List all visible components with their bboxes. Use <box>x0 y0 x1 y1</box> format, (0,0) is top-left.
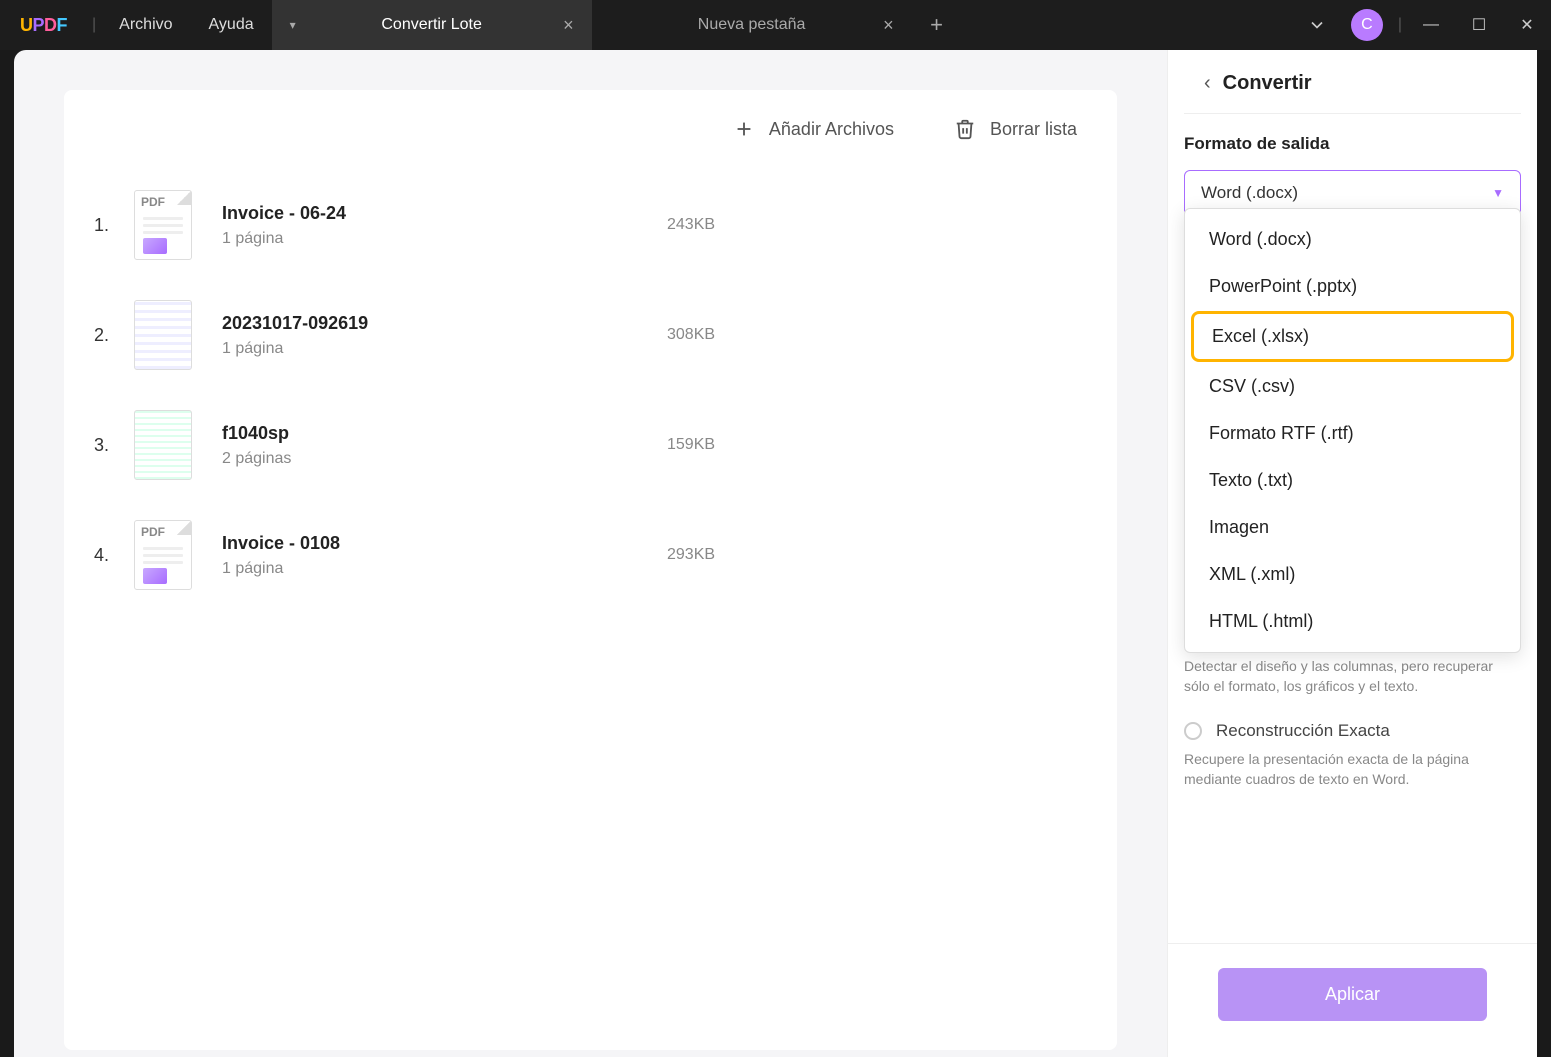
format-option[interactable]: HTML (.html) <box>1191 599 1514 644</box>
caret-down-icon: ▼ <box>1492 186 1504 200</box>
sidebar-title: Convertir <box>1223 72 1312 95</box>
file-row[interactable]: 3. f1040sp 2 páginas159KB <box>94 390 1087 500</box>
file-index: 4. <box>94 545 134 566</box>
file-size: 293KB <box>667 546 787 564</box>
file-thumbnail <box>134 520 192 590</box>
sidebar-body: Formato de salida Word (.docx) ▼ Word (.… <box>1168 114 1537 943</box>
format-option[interactable]: Excel (.xlsx) <box>1191 311 1514 362</box>
apply-button[interactable]: Aplicar <box>1218 968 1487 1021</box>
file-meta: f1040sp 2 páginas <box>222 423 667 468</box>
divider: | <box>1398 16 1402 34</box>
file-panel: Añadir Archivos Borrar lista 1. Invoice -… <box>14 50 1167 1057</box>
file-meta: Invoice - 0108 1 página <box>222 533 667 578</box>
add-files-label: Añadir Archivos <box>769 119 894 140</box>
file-name: Invoice - 0108 <box>222 533 667 554</box>
file-thumbnail <box>134 300 192 370</box>
tab-close-icon[interactable]: × <box>883 15 894 36</box>
tab-label: Nueva pestaña <box>698 16 806 34</box>
format-option[interactable]: Word (.docx) <box>1191 217 1514 262</box>
workspace: Añadir Archivos Borrar lista 1. Invoice -… <box>14 50 1537 1057</box>
divider: | <box>92 16 96 34</box>
sidebar-footer: Aplicar <box>1168 943 1537 1057</box>
app-logo: UPDF <box>0 15 87 36</box>
file-index: 2. <box>94 325 134 346</box>
file-pages: 1 página <box>222 560 667 578</box>
format-dropdown: Word (.docx)PowerPoint (.pptx)Excel (.xl… <box>1184 208 1521 653</box>
file-card: Añadir Archivos Borrar lista 1. Invoice -… <box>64 90 1117 1050</box>
format-option[interactable]: XML (.xml) <box>1191 552 1514 597</box>
format-option[interactable]: Formato RTF (.rtf) <box>1191 411 1514 456</box>
option-description: Recupere la presentación exacta de la pá… <box>1184 749 1521 790</box>
layout-options: Detectar el diseño y las columnas, pero … <box>1184 656 1521 789</box>
format-option[interactable]: CSV (.csv) <box>1191 364 1514 409</box>
file-list: 1.Invoice - 06-241 página243KB2.20231017… <box>84 170 1097 610</box>
file-thumbnail <box>134 190 192 260</box>
tabs-dropdown-icon[interactable] <box>1293 0 1341 50</box>
window-maximize-icon[interactable]: ☐ <box>1455 0 1503 50</box>
file-row[interactable]: 1. Invoice - 06-24 1 página243KB <box>94 170 1087 280</box>
radio-label: Reconstrucción Exacta <box>1216 721 1390 741</box>
file-toolbar: Añadir Archivos Borrar lista <box>84 100 1097 170</box>
file-name: Invoice - 06-24 <box>222 203 667 224</box>
trash-icon <box>954 118 976 140</box>
file-pages: 2 páginas <box>222 450 667 468</box>
window-controls: C | — ☐ ✕ <box>1293 0 1551 50</box>
clear-list-label: Borrar lista <box>990 119 1077 140</box>
file-row[interactable]: 4. Invoice - 0108 1 página293KB <box>94 500 1087 610</box>
add-files-button[interactable]: Añadir Archivos <box>733 118 894 140</box>
format-option[interactable]: PowerPoint (.pptx) <box>1191 264 1514 309</box>
back-icon[interactable]: ‹ <box>1204 72 1211 95</box>
file-meta: Invoice - 06-24 1 página <box>222 203 667 248</box>
file-size: 308KB <box>667 326 787 344</box>
file-row[interactable]: 2. 20231017-092619 1 página308KB <box>94 280 1087 390</box>
window-minimize-icon[interactable]: — <box>1407 0 1455 50</box>
file-size: 243KB <box>667 216 787 234</box>
format-option[interactable]: Imagen <box>1191 505 1514 550</box>
window-close-icon[interactable]: ✕ <box>1503 0 1551 50</box>
plus-icon <box>733 118 755 140</box>
menu-file[interactable]: Archivo <box>101 0 190 50</box>
tab-caret-icon[interactable]: ▾ <box>290 18 296 32</box>
file-name: 20231017-092619 <box>222 313 667 334</box>
format-option[interactable]: Texto (.txt) <box>1191 458 1514 503</box>
tab-strip: ▾ Convertir Lote × Nueva pestaña × + <box>272 0 962 50</box>
file-index: 1. <box>94 215 134 236</box>
radio-icon <box>1184 722 1202 740</box>
file-thumbnail <box>134 410 192 480</box>
radio-exact-reconstruction[interactable]: Reconstrucción Exacta <box>1184 721 1521 741</box>
tab-convert-batch[interactable]: ▾ Convertir Lote × <box>272 0 592 50</box>
option-description: Detectar el diseño y las columnas, pero … <box>1184 656 1521 697</box>
output-format-label: Formato de salida <box>1184 134 1521 154</box>
file-pages: 1 página <box>222 340 667 358</box>
new-tab-button[interactable]: + <box>912 12 962 38</box>
file-index: 3. <box>94 435 134 456</box>
sidebar-convert: ‹ Convertir Formato de salida Word (.doc… <box>1167 50 1537 1057</box>
tab-new[interactable]: Nueva pestaña × <box>592 0 912 50</box>
file-size: 159KB <box>667 436 787 454</box>
clear-list-button[interactable]: Borrar lista <box>954 118 1077 140</box>
selected-format-value: Word (.docx) <box>1201 183 1298 203</box>
user-avatar[interactable]: C <box>1351 9 1383 41</box>
menu-help[interactable]: Ayuda <box>191 0 272 50</box>
file-pages: 1 página <box>222 230 667 248</box>
file-name: f1040sp <box>222 423 667 444</box>
titlebar: UPDF | Archivo Ayuda ▾ Convertir Lote × … <box>0 0 1551 50</box>
tab-close-icon[interactable]: × <box>563 15 574 36</box>
sidebar-header: ‹ Convertir <box>1184 50 1521 114</box>
file-meta: 20231017-092619 1 página <box>222 313 667 358</box>
tab-label: Convertir Lote <box>381 16 482 34</box>
